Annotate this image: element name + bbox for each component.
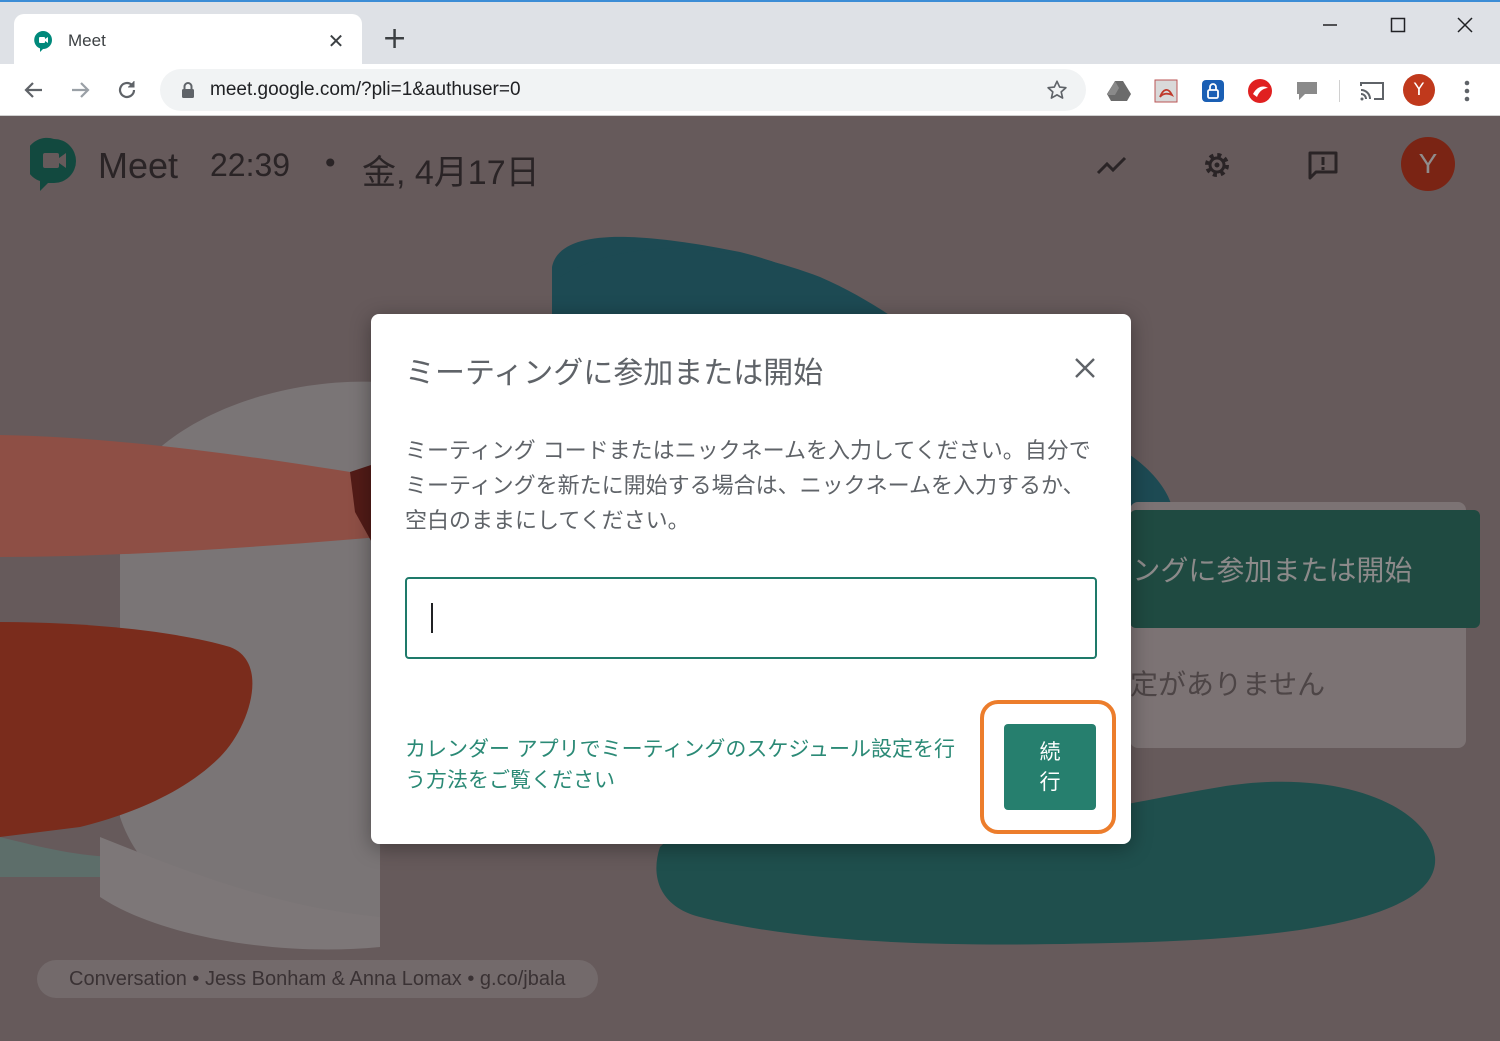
bookmark-star-icon[interactable] bbox=[1042, 79, 1072, 101]
gear-icon[interactable] bbox=[1199, 147, 1235, 183]
toolbar-separator bbox=[1339, 80, 1340, 102]
password-lock-extension-icon[interactable] bbox=[1198, 76, 1228, 106]
minimize-window-icon[interactable] bbox=[1310, 10, 1350, 40]
meeting-code-field[interactable] bbox=[405, 577, 1097, 659]
dialog-title: ミーティングに参加または開始 bbox=[405, 356, 824, 391]
more-vert-icon[interactable] bbox=[1452, 76, 1482, 106]
trending-icon[interactable] bbox=[1094, 147, 1130, 183]
maximize-window-icon[interactable] bbox=[1378, 10, 1418, 40]
browser-toolbar: meet.google.com/?pli=1&authuser=0 Y bbox=[0, 64, 1500, 116]
background-no-schedule-label: 予定がありません bbox=[1130, 668, 1326, 701]
dialog-description: ミーティング コードまたはニックネームを入力してください。自分でミーティングを新… bbox=[405, 439, 1091, 534]
chat-extension-icon[interactable] bbox=[1292, 76, 1322, 106]
forward-arrow-icon[interactable] bbox=[62, 72, 98, 108]
background-no-schedule: 予定がありません bbox=[1130, 663, 1460, 703]
artwork-credit[interactable]: Conversation • Jess Bonham & Anna Lomax … bbox=[37, 960, 598, 998]
current-date: 金, 4月17日 bbox=[362, 154, 540, 192]
browser-tab-meet[interactable]: Meet ✕ bbox=[14, 14, 362, 68]
meet-brand-name: Meet bbox=[98, 145, 179, 186]
url-text[interactable]: meet.google.com/?pli=1&authuser=0 bbox=[210, 79, 1042, 101]
text-caret bbox=[431, 603, 433, 633]
pdf-extension-icon[interactable] bbox=[1151, 76, 1181, 106]
header-separator: • bbox=[322, 147, 339, 180]
lock-icon[interactable] bbox=[178, 81, 198, 99]
current-time: 22:39 bbox=[210, 147, 291, 183]
tab-close-icon[interactable]: ✕ bbox=[324, 29, 348, 53]
background-join-label: ミーティングに参加または開始 bbox=[1130, 554, 1413, 587]
tab-title: Meet bbox=[68, 31, 106, 50]
profile-avatar-button[interactable]: Y bbox=[1403, 74, 1435, 106]
meet-header: Meet 22:39 • 金, 4月17日 Y bbox=[0, 117, 1500, 213]
meeting-code-input[interactable] bbox=[407, 579, 1095, 657]
close-icon[interactable] bbox=[1065, 348, 1105, 388]
close-window-icon[interactable] bbox=[1445, 10, 1485, 40]
reload-icon[interactable] bbox=[109, 72, 145, 108]
continue-button[interactable]: 続行 bbox=[1004, 724, 1096, 810]
address-bar[interactable]: meet.google.com/?pli=1&authuser=0 bbox=[160, 69, 1086, 111]
back-arrow-icon[interactable] bbox=[16, 72, 52, 108]
feedback-icon[interactable] bbox=[1305, 147, 1341, 183]
cast-icon[interactable] bbox=[1357, 76, 1387, 106]
calendar-help-link[interactable]: カレンダー アプリでミーティングのスケジュール設定を行う方法をご覧ください bbox=[405, 734, 965, 796]
google-drive-extension-icon[interactable] bbox=[1104, 76, 1134, 106]
new-tab-button[interactable]: + bbox=[382, 22, 407, 56]
account-avatar[interactable]: Y bbox=[1401, 137, 1455, 191]
browser-titlebar: Meet ✕ + bbox=[0, 0, 1500, 68]
join-meeting-dialog: ミーティングに参加または開始 ミーティング コードまたはニックネームを入力してく… bbox=[371, 314, 1131, 844]
background-join-button[interactable]: ミーティングに参加または開始 bbox=[1130, 510, 1480, 628]
security-extension-icon[interactable] bbox=[1245, 76, 1275, 106]
meet-logo-icon bbox=[24, 137, 78, 191]
meet-favicon-icon bbox=[32, 30, 54, 52]
